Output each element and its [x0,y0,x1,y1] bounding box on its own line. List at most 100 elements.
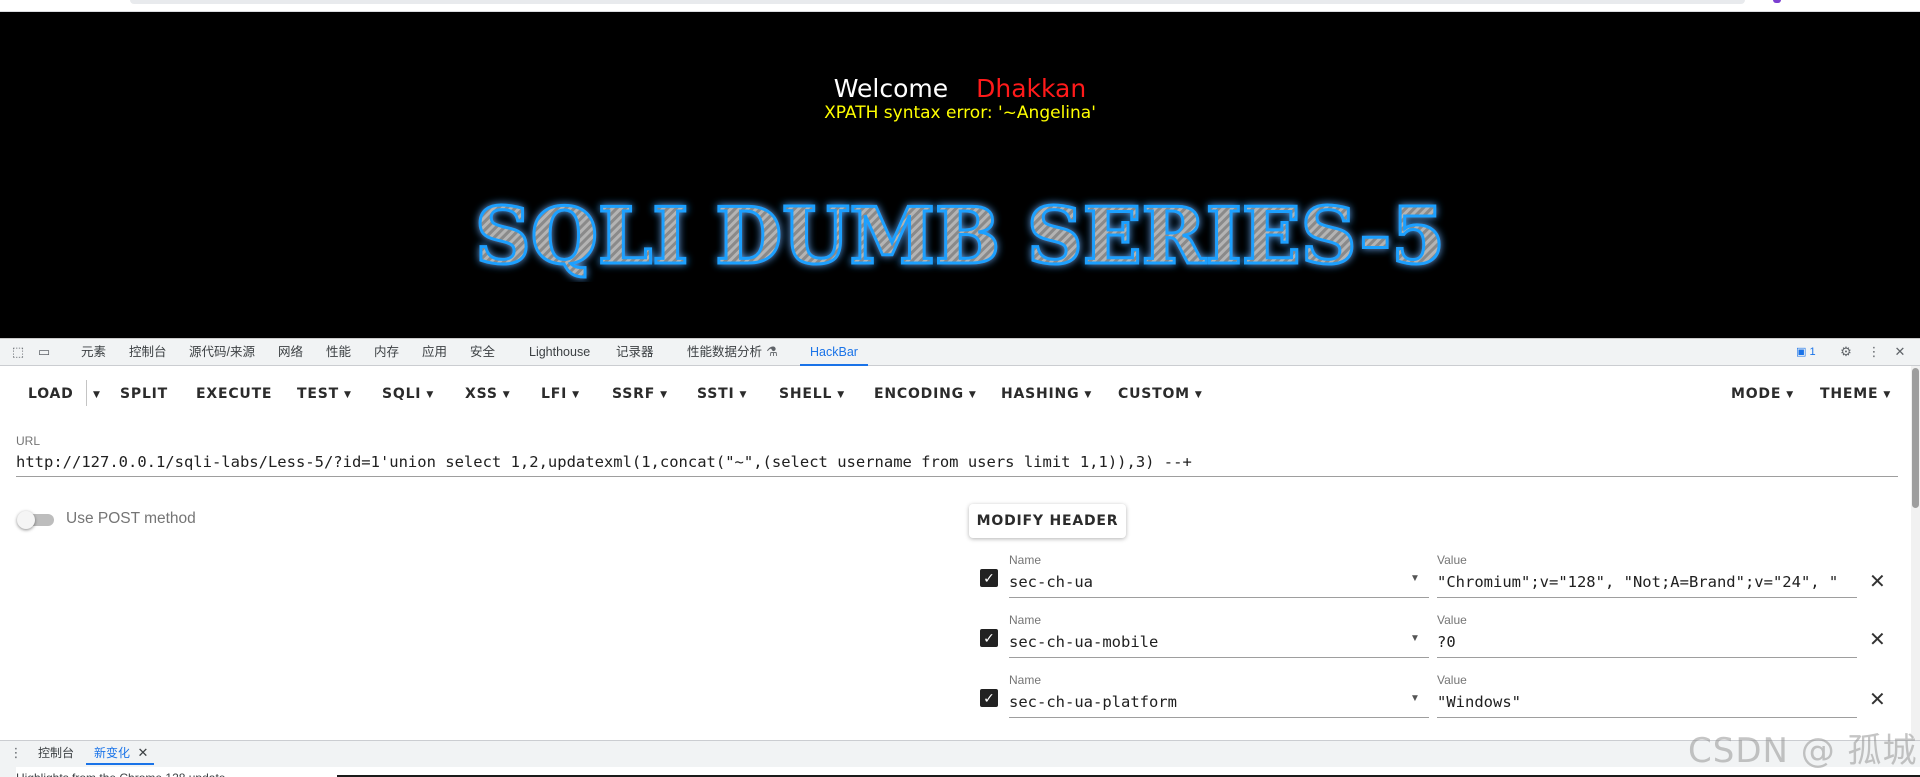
custom-menu-button[interactable]: CUSTOM ▼ [1118,380,1203,408]
tab-memory[interactable]: 内存 [374,339,399,366]
lfi-menu-button[interactable]: LFI ▼ [541,380,580,408]
encoding-menu-button[interactable]: ENCODING ▼ [874,380,977,408]
chevron-down-icon[interactable]: ▼ [1410,693,1420,704]
chevron-down-icon[interactable]: ▼ [1410,573,1420,584]
chevron-down-icon: ▼ [572,390,580,400]
chevron-down-icon: ▼ [1084,390,1093,400]
inspect-element-icon[interactable]: ⬚ [10,344,26,360]
custom-label: CUSTOM [1118,386,1190,402]
chevron-down-icon: ▼ [739,390,748,400]
issues-icon: ▣ [1796,346,1807,358]
scrollbar-thumb[interactable] [1912,368,1919,508]
ssrf-menu-button[interactable]: SSRF ▼ [612,380,668,408]
chevron-down-icon: ▼ [1194,390,1203,400]
tab-hackbar[interactable]: HackBar [800,339,868,366]
header-row: ✓ Name sec-ch-ua-mobile ▼ Value ?0 ✕ [0,613,1920,661]
xss-label: XSS [465,386,498,402]
split-button[interactable]: SPLIT [120,380,168,408]
header-enabled-checkbox[interactable]: ✓ [980,629,998,647]
tab-lighthouse[interactable]: Lighthouse [529,339,590,366]
device-toolbar-icon[interactable]: ▭ [36,344,52,360]
more-options-icon[interactable]: ⋮ [1866,344,1882,360]
execute-button[interactable]: EXECUTE [196,380,272,408]
header-name-label: Name [1009,553,1042,567]
extension-icon[interactable] [1773,0,1781,3]
header-value-label: Value [1437,553,1467,567]
test-label: TEST [297,386,339,402]
encoding-label: ENCODING [874,386,964,402]
xss-menu-button[interactable]: XSS ▼ [465,380,510,408]
settings-gear-icon[interactable]: ⚙ [1838,344,1854,360]
close-devtools-icon[interactable]: ✕ [1892,344,1908,360]
header-value-field[interactable]: "Windows" [1437,688,1857,718]
header-name-label: Name [1009,613,1042,627]
header-enabled-checkbox[interactable]: ✓ [980,569,998,587]
sqli-label: SQLI [382,386,422,402]
hackbar-scrollbar[interactable] [1911,366,1920,740]
close-tab-icon[interactable]: ✕ [135,745,151,761]
tab-sources[interactable]: 源代码/来源 [189,339,255,366]
mode-menu-button[interactable]: MODE ▼ [1731,380,1794,408]
chevron-down-icon: ▼ [1786,390,1794,400]
post-method-label: Use POST method [66,510,196,527]
header-name-field[interactable]: sec-ch-ua-mobile [1009,628,1429,658]
header-value-field[interactable]: ?0 [1437,628,1857,658]
ssti-menu-button[interactable]: SSTI ▼ [697,380,747,408]
hashing-menu-button[interactable]: HASHING ▼ [1001,380,1092,408]
chevron-down-icon: ▼ [968,390,977,400]
welcome-text: Welcome [833,74,949,103]
lfi-label: LFI [541,386,568,402]
chevron-down-icon: ▼ [426,390,435,400]
banner-text: SQLI DUMB SERIES-5 [475,191,1445,282]
theme-label: THEME [1820,386,1879,402]
remove-header-icon[interactable]: ✕ [1869,569,1886,594]
header-value-field[interactable]: "Chromium";v="128", "Not;A=Brand";v="24"… [1437,568,1857,598]
chevron-down-icon: ▼ [1883,390,1892,400]
hackbar-toolbar: LOAD ▼ SPLIT EXECUTE TEST ▼ SQLI ▼ XSS ▼ LF… [0,366,1920,422]
url-input[interactable] [16,447,1898,477]
load-split-divider [86,380,87,406]
mode-label: MODE [1731,386,1782,402]
chevron-down-icon: ▼ [837,390,845,400]
watermark-text: CSDN @ 孤城 [1688,731,1918,771]
header-name-label: Name [1009,673,1042,687]
load-dropdown-button[interactable]: ▼ [88,380,101,408]
load-button[interactable]: LOAD [28,380,74,408]
tab-elements[interactable]: 元素 [81,339,106,366]
username-text: Dhakkan [976,74,1087,103]
tab-application[interactable]: 应用 [422,339,447,366]
header-enabled-checkbox[interactable]: ✓ [980,689,998,707]
post-method-toggle[interactable] [17,511,55,529]
tab-security[interactable]: 安全 [470,339,495,366]
url-label: URL [16,434,41,448]
test-menu-button[interactable]: TEST ▼ [297,380,352,408]
header-row: ✓ Name sec-ch-ua ▼ Value "Chromium";v="1… [0,553,1920,601]
address-bar-edge[interactable] [130,0,1745,4]
devtools-drawer: ⋮ 控制台 新变化 ✕ Highlights from the Chrome 1… [0,740,1920,777]
chevron-down-icon: ▼ [93,390,101,400]
drawer-menu-icon[interactable]: ⋮ [8,745,24,761]
tab-network[interactable]: 网络 [278,339,303,366]
issues-count: 1 [1809,346,1816,358]
banner-logo-image: SQLI DUMB SERIES-5 [474,190,1447,283]
header-name-field[interactable]: sec-ch-ua-platform [1009,688,1429,718]
issues-badge[interactable]: ▣ 1 [1793,345,1819,360]
remove-header-icon[interactable]: ✕ [1869,687,1886,712]
theme-menu-button[interactable]: THEME ▼ [1820,380,1891,408]
ssrf-label: SSRF [612,386,656,402]
drawer-tab-console[interactable]: 控制台 [38,741,74,765]
header-name-field[interactable]: sec-ch-ua [1009,568,1429,598]
chevron-down-icon: ▼ [343,390,352,400]
flask-icon: ⚗ [766,344,778,359]
shell-label: SHELL [779,386,833,402]
modify-header-button[interactable]: MODIFY HEADER [969,504,1126,538]
tab-recorder[interactable]: 记录器 [616,339,654,366]
shell-menu-button[interactable]: SHELL ▼ [779,380,845,408]
tab-console[interactable]: 控制台 [129,339,167,366]
tab-performance[interactable]: 性能 [326,339,351,366]
chevron-down-icon[interactable]: ▼ [1410,633,1420,644]
tab-performance-insights[interactable]: 性能数据分析 [687,339,762,366]
sqli-menu-button[interactable]: SQLI ▼ [382,380,434,408]
remove-header-icon[interactable]: ✕ [1869,627,1886,652]
chevron-down-icon: ▼ [660,390,668,400]
